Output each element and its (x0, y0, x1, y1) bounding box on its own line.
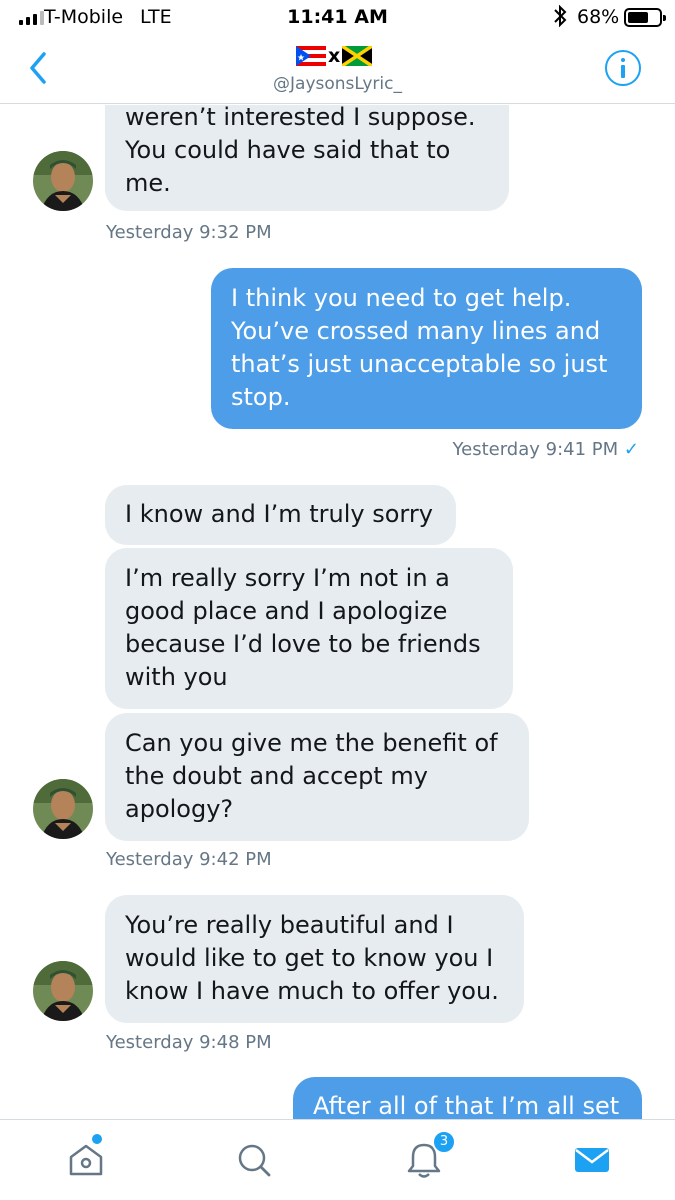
message-line: good place and I apologize (125, 597, 448, 625)
message-line: I’m really sorry I’m not in a (125, 564, 450, 592)
home-icon[interactable] (66, 1140, 106, 1180)
message-bubble[interactable]: Can you give me the benefit of the doubt… (105, 713, 529, 841)
message-bubble[interactable]: I’m really sorry I’m not in a good place… (105, 548, 513, 709)
info-button[interactable] (605, 50, 641, 86)
message-line: would like to get to know you I (125, 944, 494, 972)
messages-icon[interactable] (572, 1140, 612, 1180)
message-line: You’ve crossed many lines and (231, 317, 601, 345)
message-timestamp: Yesterday 9:48 PM (106, 1032, 272, 1053)
bluetooth-icon (554, 4, 567, 28)
message-timestamp: Yesterday 9:32 PM (106, 222, 272, 243)
message-line: know I have much to offer you. (125, 977, 499, 1005)
message-line: weren’t interested I suppose. (125, 105, 476, 131)
flag-separator: x (328, 45, 341, 67)
battery-percent: 68% (577, 6, 620, 28)
avatar[interactable] (33, 151, 93, 211)
message-bubble[interactable]: weren’t interested I suppose. You could … (105, 105, 509, 211)
message-line: the doubt and accept my (125, 762, 428, 790)
conversation-header: x @JaysonsLyric_ (0, 36, 675, 104)
message-line: I think you need to get help. (231, 284, 572, 312)
message-thread[interactable]: weren’t interested I suppose. You could … (0, 105, 675, 1119)
avatar[interactable] (33, 961, 93, 1021)
message-line: because I’d love to be friends (125, 630, 481, 658)
message-line: stop. (231, 383, 291, 411)
message-timestamp: Yesterday 9:42 PM (106, 849, 272, 870)
message-timestamp: Yesterday 9:41 PM ✓ (453, 439, 639, 460)
battery-icon (624, 8, 666, 27)
display-name-flags: x (296, 45, 373, 67)
message-line: You’re really beautiful and I (125, 911, 454, 939)
jamaica-flag-icon (342, 46, 373, 66)
message-line: that’s just unacceptable so just (231, 350, 608, 378)
message-line: I know and I’m truly sorry (125, 500, 433, 528)
message-line: Can you give me the benefit of (125, 729, 498, 757)
user-handle[interactable]: @JaysonsLyric_ (0, 74, 675, 94)
message-line: me. (125, 169, 171, 197)
unread-indicator (92, 1134, 102, 1144)
message-line: After all of that I’m all set (313, 1092, 620, 1119)
puerto-rico-flag-icon (296, 46, 326, 66)
read-checkmark-icon: ✓ (623, 439, 639, 460)
bottom-tab-bar: 3 (0, 1119, 675, 1200)
status-bar: T-Mobile LTE 11:41 AM 68% (0, 0, 675, 36)
search-icon[interactable] (234, 1140, 274, 1180)
status-time: 11:41 AM (287, 6, 388, 28)
timestamp-text: Yesterday 9:41 PM (452, 439, 619, 460)
message-line: with you (125, 663, 228, 691)
message-bubble[interactable]: After all of that I’m all set (293, 1077, 642, 1119)
message-bubble[interactable]: I know and I’m truly sorry (105, 485, 456, 545)
message-bubble[interactable]: I think you need to get help. You’ve cro… (211, 268, 642, 429)
notifications-badge: 3 (432, 1130, 456, 1154)
message-line: You could have said that to (125, 136, 451, 164)
message-line: apology? (125, 795, 234, 823)
message-bubble[interactable]: You’re really beautiful and I would like… (105, 895, 524, 1023)
avatar[interactable] (33, 779, 93, 839)
